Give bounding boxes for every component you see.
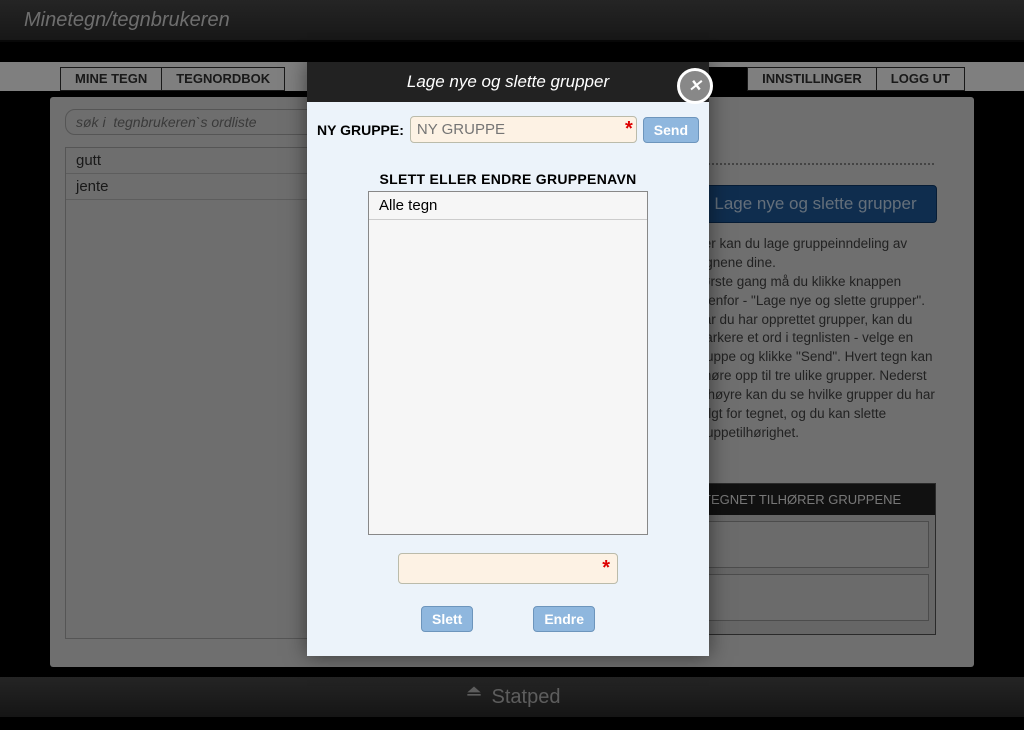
- group-list-title: SLETT ELLER ENDRE GRUPPENAVN: [317, 171, 699, 187]
- group-rename-input[interactable]: [398, 553, 618, 584]
- groups-modal: Lage nye og slette grupper NY GRUPPE: * …: [307, 62, 709, 656]
- rename-button[interactable]: Endre: [533, 606, 595, 632]
- required-star-icon: *: [625, 118, 633, 141]
- send-button[interactable]: Send: [643, 117, 699, 143]
- delete-button[interactable]: Slett: [421, 606, 473, 632]
- required-star-icon: *: [602, 557, 610, 580]
- new-group-input[interactable]: [410, 116, 637, 143]
- modal-title: Lage nye og slette grupper: [407, 72, 609, 91]
- group-list[interactable]: Alle tegn: [368, 191, 648, 535]
- close-icon[interactable]: [677, 68, 713, 104]
- modal-title-bar: Lage nye og slette grupper: [307, 62, 709, 102]
- group-list-item[interactable]: Alle tegn: [369, 192, 647, 220]
- new-group-label: NY GRUPPE:: [317, 122, 404, 138]
